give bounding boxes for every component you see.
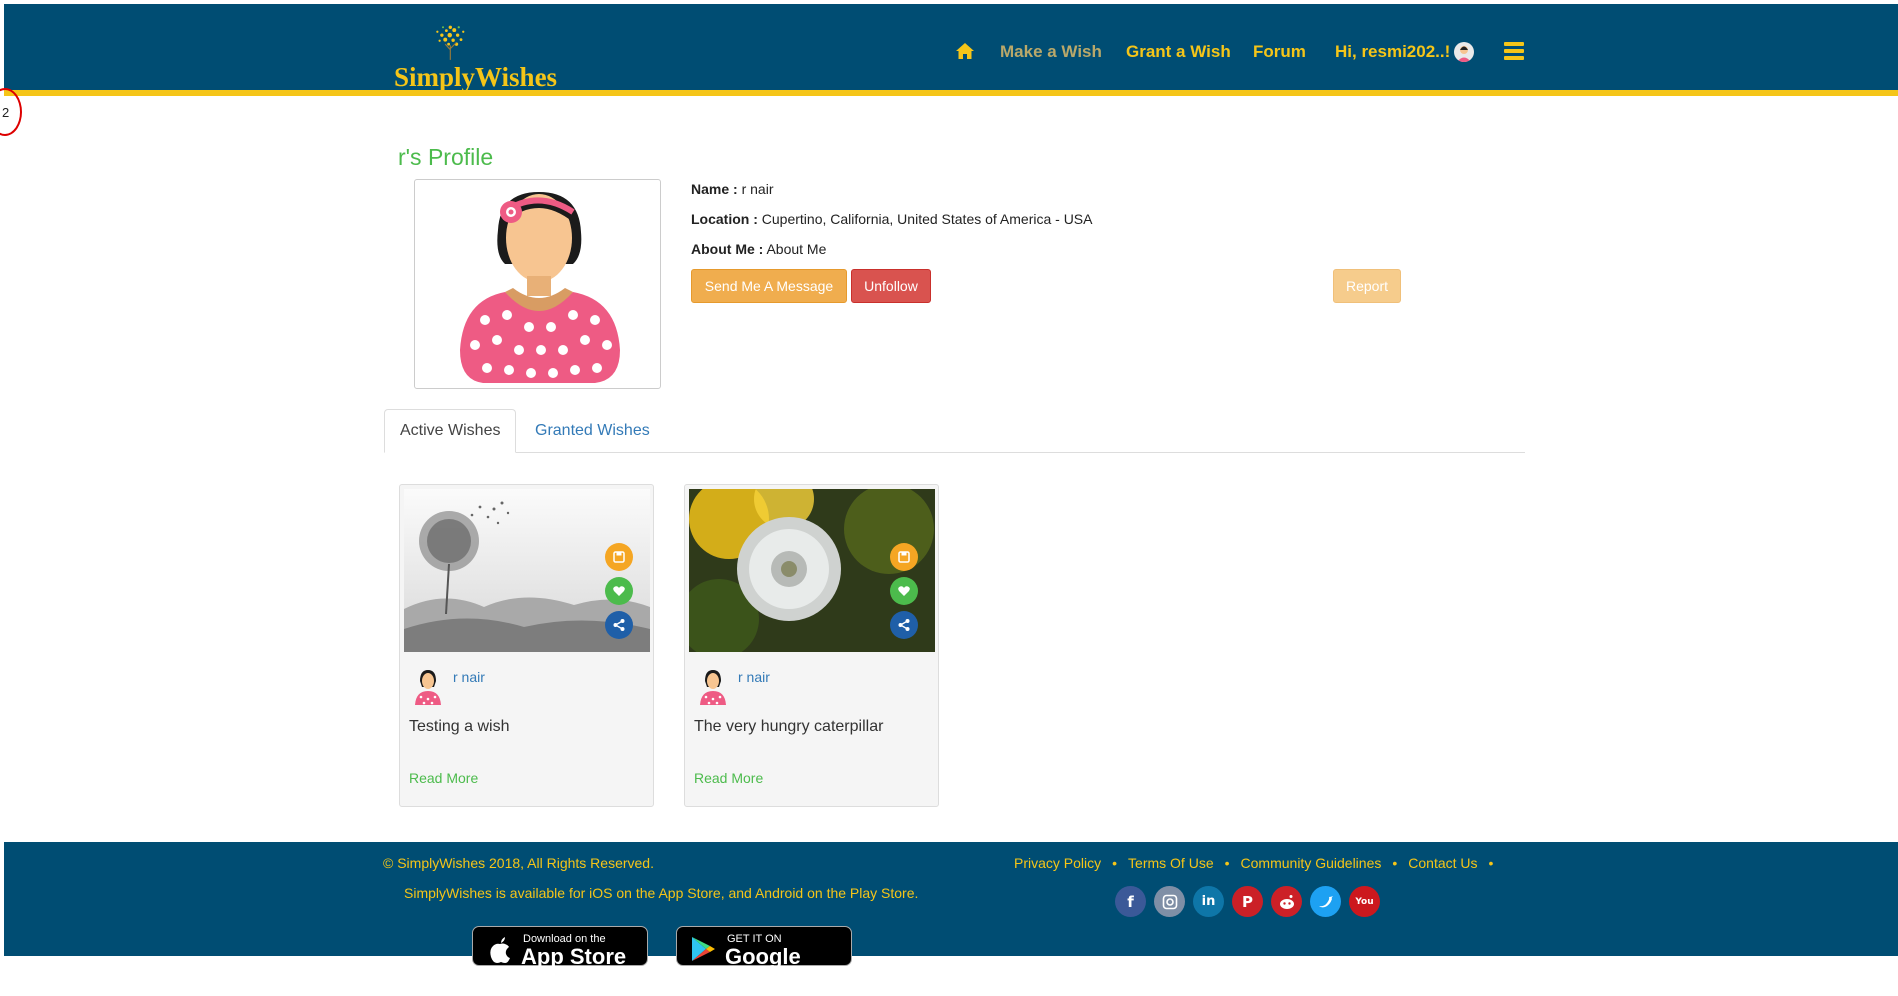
heart-icon[interactable] [890, 577, 918, 605]
save-icon[interactable] [605, 543, 633, 571]
read-more-link[interactable]: Read More [694, 770, 763, 786]
profile-about: About Me : About Me [691, 241, 826, 257]
google-play-big-text: Google Play [725, 944, 801, 995]
pinterest-icon[interactable]: P [1232, 886, 1263, 917]
card-title: The very hungry caterpillar [694, 718, 884, 735]
wish-card[interactable]: r nair The very hungry caterpillar Read … [684, 484, 939, 807]
unfollow-button[interactable]: Unfollow [851, 269, 931, 303]
heart-icon[interactable] [605, 577, 633, 605]
share-icon[interactable] [890, 611, 918, 639]
author-avatar [410, 667, 446, 707]
facebook-icon[interactable]: f [1115, 886, 1146, 917]
tab-granted-wishes[interactable]: Granted Wishes [520, 409, 665, 453]
about-value: About Me [766, 241, 827, 257]
page-title: r's Profile [398, 144, 494, 170]
nav-grant-a-wish[interactable]: Grant a Wish [1126, 40, 1231, 64]
reddit-icon[interactable] [1271, 886, 1302, 917]
read-more-link[interactable]: Read More [409, 770, 478, 786]
send-message-button[interactable]: Send Me A Message [691, 269, 847, 303]
apple-icon [490, 937, 510, 963]
top-navbar [4, 4, 1898, 96]
report-button[interactable]: Report [1333, 269, 1401, 303]
side-marker-label: 2 [2, 105, 10, 120]
twitter-icon[interactable] [1310, 886, 1341, 917]
app-store-badge[interactable]: Download on the App Store [472, 926, 648, 969]
home-icon[interactable] [955, 41, 975, 61]
share-icon[interactable] [605, 611, 633, 639]
google-play-icon [692, 937, 715, 961]
location-value: Cupertino, California, United States of … [761, 211, 1093, 227]
footer-copyright: © SimplyWishes 2018, All Rights Reserved… [383, 855, 654, 871]
name-value: r nair [741, 181, 774, 197]
profile-location: Location : Cupertino, California, United… [691, 211, 1092, 227]
location-label: Location : [691, 211, 758, 227]
footer: © SimplyWishes 2018, All Rights Reserved… [4, 842, 1898, 995]
google-play-badge[interactable]: GET IT ON Google Play [676, 926, 852, 995]
social-icons: f in P You [1115, 886, 1388, 917]
app-store-big-text: App Store [521, 944, 627, 969]
author-avatar [695, 667, 731, 707]
youtube-icon[interactable]: You [1349, 886, 1380, 917]
footer-availability: SimplyWishes is available for iOS on the… [404, 885, 919, 901]
nav-make-a-wish[interactable]: Make a Wish [1000, 40, 1102, 64]
nav-forum[interactable]: Forum [1253, 40, 1306, 64]
linkedin-icon[interactable]: in [1193, 886, 1224, 917]
user-greeting: Hi, resmi202..! [1335, 42, 1451, 61]
card-author-link[interactable]: r nair [453, 669, 485, 685]
instagram-icon[interactable] [1154, 886, 1185, 917]
menu-hamburger-icon[interactable] [1504, 42, 1524, 60]
about-label: About Me : [691, 241, 764, 257]
nav-user-menu[interactable]: Hi, resmi202..! [1335, 40, 1475, 64]
card-author-link[interactable]: r nair [738, 669, 770, 685]
footer-link-terms[interactable]: Terms Of Use [1128, 855, 1214, 871]
card-title: Testing a wish [409, 718, 510, 735]
save-icon[interactable] [890, 543, 918, 571]
profile-name: Name : r nair [691, 181, 773, 197]
profile-avatar [414, 179, 661, 389]
name-label: Name : [691, 181, 738, 197]
user-avatar-icon [1454, 42, 1475, 62]
tab-active-wishes[interactable]: Active Wishes [384, 409, 517, 453]
footer-link-privacy[interactable]: Privacy Policy [1014, 855, 1101, 871]
logo-text[interactable]: SimplyWishes [394, 62, 557, 93]
wish-card[interactable]: r nair Testing a wish Read More [399, 484, 654, 807]
footer-link-guidelines[interactable]: Community Guidelines [1241, 855, 1382, 871]
footer-link-contact[interactable]: Contact Us [1408, 855, 1477, 871]
footer-links: Privacy Policy • Terms Of Use • Community … [1014, 855, 1494, 871]
